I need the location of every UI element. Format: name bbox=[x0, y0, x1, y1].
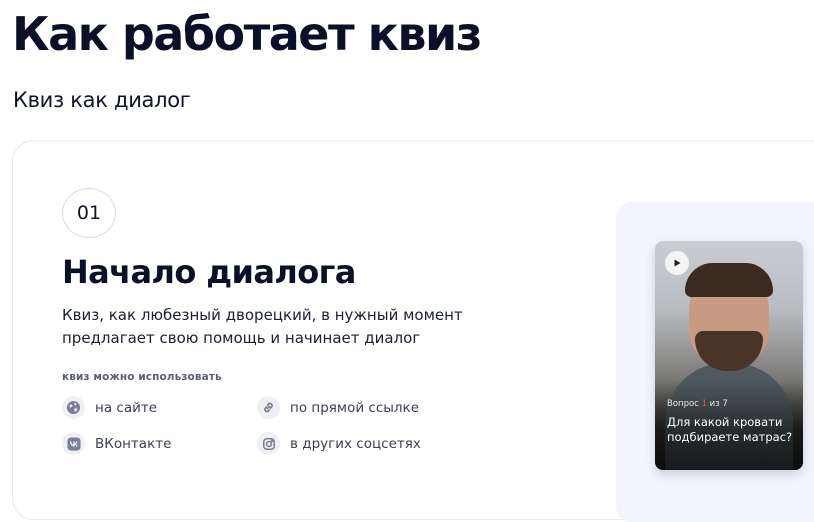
globe-icon bbox=[62, 396, 85, 419]
channel-website: на сайте bbox=[62, 396, 157, 419]
person-hair bbox=[685, 263, 773, 297]
instagram-icon bbox=[257, 432, 280, 455]
page-title: Как работает квиз bbox=[12, 7, 482, 61]
channel-other-socials: в других соцсетях bbox=[257, 432, 421, 455]
question-text: Для какой кровати подбираете матрас? bbox=[667, 415, 793, 444]
step-description: Квиз, как любезный дворецкий, в нужный м… bbox=[62, 306, 463, 347]
person-beard bbox=[695, 331, 763, 371]
step-number-badge: 01 bbox=[62, 188, 116, 238]
question-counter-prefix: Вопрос bbox=[667, 399, 702, 409]
channel-label: на сайте bbox=[95, 399, 158, 416]
question-counter-suffix: из 7 bbox=[706, 399, 728, 409]
play-icon[interactable] bbox=[665, 251, 689, 275]
page-subtitle: Квиз как диалог bbox=[13, 88, 191, 112]
channel-label: в других соцсетях bbox=[290, 435, 421, 452]
vk-icon bbox=[62, 432, 85, 455]
channel-label: ВКонтакте bbox=[95, 435, 172, 452]
question-counter: Вопрос 1 из 7 bbox=[667, 399, 728, 409]
channel-vkontakte: ВКонтакте bbox=[62, 432, 171, 455]
channel-direct-link: по прямой ссылке bbox=[257, 396, 419, 419]
channel-label: по прямой ссылке bbox=[290, 399, 419, 416]
link-icon bbox=[257, 396, 280, 419]
channels-label: квиз можно использовать bbox=[62, 371, 222, 383]
step-title: Начало диалога bbox=[62, 253, 356, 291]
quiz-video-preview[interactable]: Вопрос 1 из 7 Для какой кровати подбирае… bbox=[655, 241, 803, 470]
